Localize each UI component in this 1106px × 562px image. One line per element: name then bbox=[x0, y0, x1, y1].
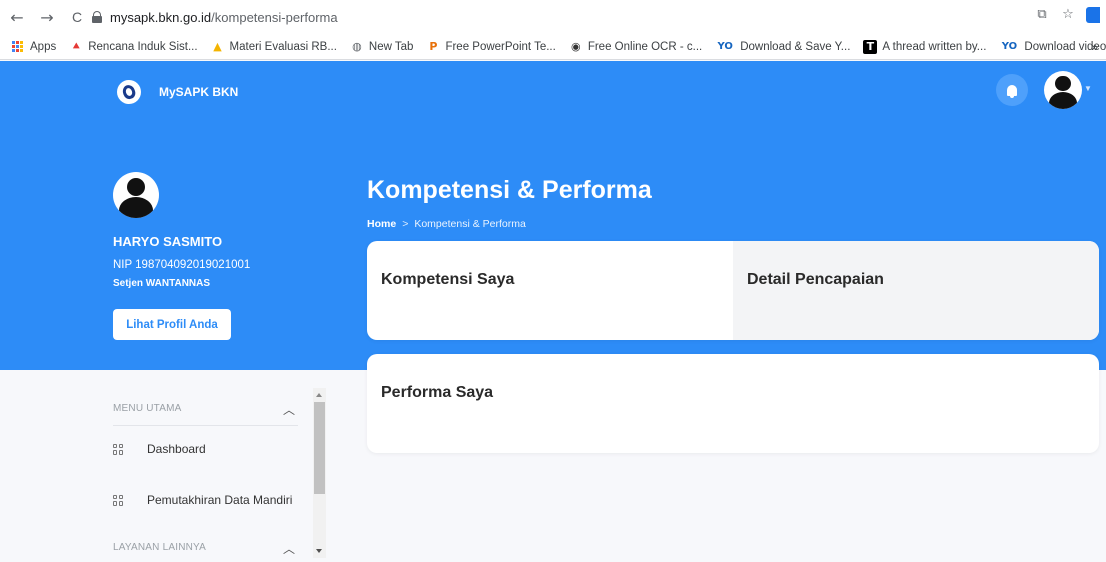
bell-icon bbox=[1007, 84, 1017, 98]
bookmark-label: Apps bbox=[30, 40, 57, 53]
breadcrumb-home-link[interactable]: Home bbox=[367, 218, 396, 230]
menu-utama-label: MENU UTAMA bbox=[113, 403, 182, 414]
bookmark-label: Free PowerPoint Te... bbox=[445, 40, 556, 53]
menu-divider bbox=[113, 425, 298, 426]
layanan-lainnya-label: LAYANAN LAINNYA bbox=[113, 542, 207, 553]
url-host: mysapk.bkn.go.id bbox=[110, 9, 212, 25]
breadcrumb-separator: > bbox=[402, 218, 409, 230]
grid-icon bbox=[113, 494, 124, 506]
bookmark-item[interactable]: ◉ Free Online OCR - c... bbox=[569, 40, 702, 54]
profile-avatar bbox=[113, 172, 159, 218]
bookmark-item[interactable]: YODownload video: Li... bbox=[999, 40, 1106, 54]
back-button[interactable]: ← bbox=[6, 8, 28, 27]
brand[interactable]: MySAPK BKN bbox=[117, 80, 238, 104]
performance-card: Performa Saya bbox=[367, 354, 1099, 453]
breadcrumb-current: Kompetensi & Performa bbox=[414, 218, 526, 230]
url-path: /kompetensi-performa bbox=[211, 9, 338, 25]
scroll-up-arrow-icon[interactable] bbox=[316, 393, 322, 397]
sidebar-item-label: Dashboard bbox=[147, 442, 206, 456]
reload-button[interactable]: C bbox=[66, 9, 88, 25]
bookmark-label: New Tab bbox=[368, 40, 414, 53]
account-avatar[interactable] bbox=[1044, 71, 1082, 109]
view-profile-button[interactable]: Lihat Profil Anda bbox=[113, 309, 231, 340]
brand-name: MySAPK BKN bbox=[159, 85, 239, 99]
sidebar-scrollbar[interactable] bbox=[313, 388, 326, 558]
tab-kompetensi-saya[interactable]: Kompetensi Saya bbox=[367, 241, 733, 340]
bookmark-label: Download & Save Y... bbox=[740, 40, 851, 53]
ocr-icon: ◉ bbox=[571, 39, 581, 53]
sidebar bbox=[0, 370, 330, 562]
yo-icon: YO bbox=[1001, 40, 1018, 52]
scroll-down-arrow-icon[interactable] bbox=[316, 549, 322, 553]
bookmark-label: Free Online OCR - c... bbox=[587, 40, 703, 53]
bookmark-label: A thread written by... bbox=[882, 40, 987, 53]
star-icon[interactable]: ☆ bbox=[1060, 7, 1076, 23]
forward-button[interactable]: → bbox=[36, 8, 58, 27]
address-bar[interactable]: mysapk.bkn.go.id/kompetensi-performa bbox=[92, 5, 1052, 29]
user-name: HARYO SASMITO bbox=[113, 234, 223, 249]
bookmark-label: Rencana Induk Sist... bbox=[88, 40, 198, 53]
apps-grid-icon bbox=[12, 40, 24, 53]
user-unit: Setjen WANTANNAS bbox=[113, 278, 211, 289]
sidebar-item-label: Pemutakhiran Data Mandiri bbox=[147, 493, 293, 507]
browser-toolbar: ← → C mysapk.bkn.go.id/kompetensi-perfor… bbox=[0, 0, 1106, 34]
mysapk-logo-icon bbox=[117, 80, 141, 104]
sidebar-item-dashboard[interactable]: Dashboard bbox=[113, 442, 206, 456]
breadcrumb: Home > Kompetensi & Performa bbox=[367, 218, 526, 230]
drive-icon: ▲ bbox=[213, 39, 222, 53]
bookmark-item[interactable]: T A thread written by... bbox=[863, 39, 987, 54]
competency-card: Kompetensi Saya Detail Pencapaian bbox=[367, 241, 1099, 340]
bookmark-item[interactable]: P Free PowerPoint Te... bbox=[426, 40, 555, 54]
translate-icon[interactable]: ⧉ bbox=[1034, 7, 1050, 23]
page-title: Kompetensi & Performa bbox=[367, 176, 652, 204]
p-icon: P bbox=[429, 39, 438, 53]
tab-detail-pencapaian[interactable]: Detail Pencapaian bbox=[733, 241, 1099, 340]
scroll-thumb[interactable] bbox=[314, 402, 325, 494]
layanan-lainnya-header[interactable]: LAYANAN LAINNYA ︿ bbox=[113, 542, 295, 558]
menu-utama-header[interactable]: MENU UTAMA ︿ bbox=[113, 403, 295, 419]
user-nip: NIP 198704092019021001 bbox=[113, 259, 251, 271]
bookmark-item[interactable]: ◍ New Tab bbox=[350, 39, 414, 54]
grid-icon bbox=[113, 443, 124, 455]
yo-icon: YO bbox=[717, 40, 733, 52]
globe-icon: ◍ bbox=[352, 39, 362, 53]
bookmarks-bar: Apps ⯅ Rencana Induk Sist... ▲ Materi Evalua… bbox=[0, 34, 1106, 60]
bookmark-label: Materi Evaluasi RB... bbox=[229, 40, 337, 53]
extension-icon[interactable] bbox=[1086, 7, 1100, 23]
chevron-up-icon[interactable]: ︿ bbox=[283, 401, 295, 418]
notification-button[interactable] bbox=[996, 74, 1028, 106]
bookmarks-overflow-button[interactable]: » bbox=[1091, 40, 1098, 54]
chevron-up-icon[interactable]: ︿ bbox=[283, 540, 295, 557]
lock-icon bbox=[92, 11, 102, 23]
bookmark-item[interactable]: Apps bbox=[12, 40, 57, 53]
red-figure-icon: ⯅ bbox=[71, 39, 81, 53]
bookmark-item[interactable]: ⯅ Rencana Induk Sist... bbox=[69, 39, 198, 54]
t-icon: T bbox=[863, 39, 878, 54]
bookmark-item[interactable]: YO Download & Save Y... bbox=[715, 40, 851, 54]
sidebar-item-pemutakhiran-data[interactable]: Pemutakhiran Data Mandiri bbox=[113, 493, 292, 507]
bookmark-item[interactable]: ▲ Materi Evaluasi RB... bbox=[211, 40, 337, 54]
chevron-down-icon[interactable]: ▼ bbox=[1084, 84, 1092, 93]
